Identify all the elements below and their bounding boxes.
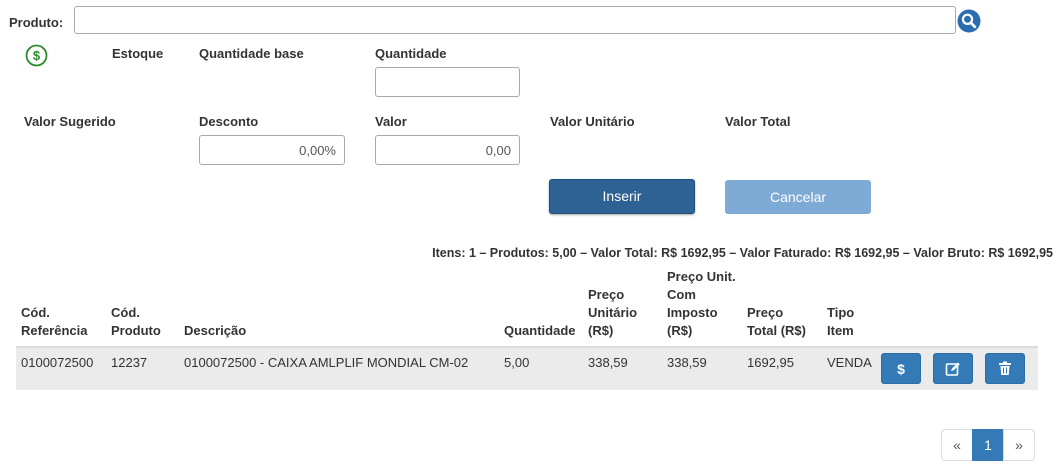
dollar-icon: $ [897,361,905,377]
svg-text:$: $ [897,361,905,377]
header-preco-unitario: Preço Unitário (R$) [583,264,662,348]
header-actions [877,264,1038,348]
edit-icon [945,362,960,376]
cell-cod-produto: 12237 [106,347,179,390]
estoque-label: Estoque [112,46,164,61]
pagination-page-1[interactable]: 1 [972,429,1004,461]
cell-quantidade: 5,00 [499,347,583,390]
valor-total-label: Valor Total [725,114,791,129]
valor-unitario-label: Valor Unitário [550,114,635,129]
edit-button[interactable] [933,353,973,384]
items-table: Cód. Referência Cód. Produto Descrição Qua… [16,264,1038,390]
header-preco-com-imposto: Preço Unit. Com Imposto (R$) [662,264,742,348]
valor-input[interactable] [375,135,520,165]
cell-actions: $ [877,347,1038,390]
cancelar-button[interactable]: Cancelar [725,180,871,214]
header-cod-produto: Cód. Produto [106,264,179,348]
price-button[interactable]: $ [881,353,921,384]
cell-descricao: 0100072500 - CAIXA AMLPLIF MONDIAL CM-02 [179,347,499,390]
header-descricao: Descrição [179,264,499,348]
header-preco-total: Preço Total (R$) [742,264,822,348]
desconto-input[interactable] [199,135,345,165]
header-quantidade: Quantidade [499,264,583,348]
table-header-row: Cód. Referência Cód. Produto Descrição Qua… [16,264,1038,348]
cell-tipo-item: VENDA [822,347,877,390]
pagination: « 1 » [941,429,1035,461]
trash-icon [999,361,1011,375]
header-tipo-item: Tipo Item [822,264,877,348]
pagination-next[interactable]: » [1003,429,1035,461]
quantidade-label: Quantidade [375,46,447,61]
svg-text:$: $ [33,48,41,63]
pagination-prev[interactable]: « [941,429,973,461]
valor-sugerido-label: Valor Sugerido [24,114,116,129]
product-label: Produto: [9,15,64,30]
header-cod-referencia: Cód. Referência [16,264,106,348]
delete-button[interactable] [985,353,1025,384]
cell-preco-total: 1692,95 [742,347,822,390]
valor-label: Valor [375,114,407,129]
table-row: 0100072500 12237 0100072500 - CAIXA AMLP… [16,347,1038,390]
desconto-label: Desconto [199,114,259,129]
product-search-input[interactable] [74,6,956,34]
inserir-button[interactable]: Inserir [549,179,695,214]
search-icon[interactable] [957,9,981,33]
quantidade-base-label: Quantidade base [199,46,304,61]
cell-preco-unitario: 338,59 [583,347,662,390]
cell-preco-com-imposto: 338,59 [662,347,742,390]
cell-cod-referencia: 0100072500 [16,347,106,390]
order-summary: Itens: 1 – Produtos: 5,00 – Valor Total:… [432,246,1053,260]
dollar-circle-icon[interactable]: $ [25,44,48,67]
quantidade-input[interactable] [375,67,520,97]
